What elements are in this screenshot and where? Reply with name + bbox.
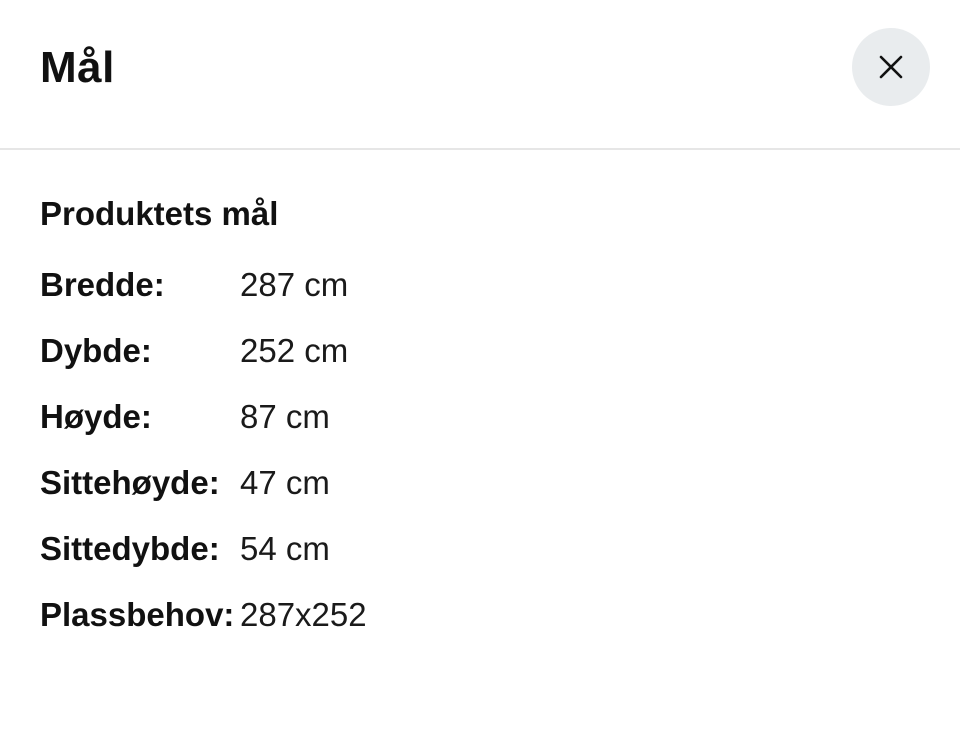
dimension-row-depth: Dybde: 252 cm [40, 318, 920, 384]
close-button[interactable] [852, 28, 930, 106]
dimension-label: Plassbehov: [40, 596, 235, 633]
section-title: Produktets mål [40, 195, 279, 232]
dimension-value: 287x252 [240, 596, 367, 633]
dimension-row-seat-depth: Sittedybde: 54 cm [40, 516, 920, 582]
dimension-label: Sittehøyde: [40, 464, 220, 501]
dimension-value: 47 cm [240, 464, 330, 501]
dialog-title: Mål [40, 43, 115, 92]
dimensions-dialog: Mål Produktets mål Bredde: 287 cm Dybde:… [0, 0, 960, 730]
dimension-label: Høyde: [40, 398, 152, 435]
dialog-header: Mål [0, 0, 960, 150]
dimension-row-seat-height: Sittehøyde: 47 cm [40, 450, 920, 516]
dimension-value: 54 cm [240, 530, 330, 567]
dimension-row-space-required: Plassbehov: 287x252 [40, 582, 920, 648]
dimension-row-width: Bredde: 287 cm [40, 252, 920, 318]
dimension-value: 252 cm [240, 332, 349, 369]
dimension-value: 87 cm [240, 398, 330, 435]
dimensions-list: Bredde: 287 cm Dybde: 252 cm Høyde: 87 c… [40, 252, 920, 648]
dimension-label: Dybde: [40, 332, 152, 369]
close-icon [879, 55, 903, 79]
dimension-label: Bredde: [40, 266, 165, 303]
dimension-label: Sittedybde: [40, 530, 220, 567]
dimension-value: 287 cm [240, 266, 349, 303]
dimension-row-height: Høyde: 87 cm [40, 384, 920, 450]
